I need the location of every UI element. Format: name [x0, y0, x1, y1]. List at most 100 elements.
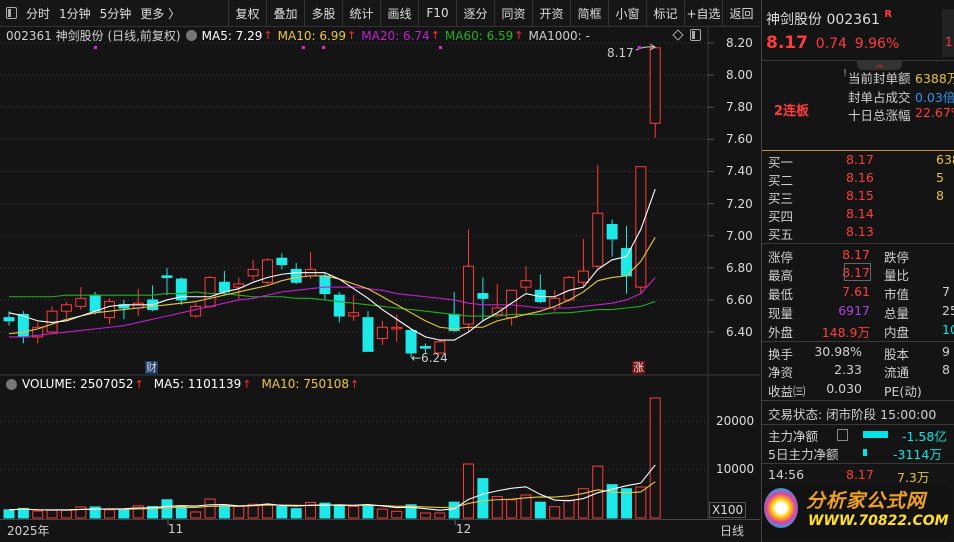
volume-tick: 20000 [716, 414, 755, 428]
volume-bar-up [348, 505, 360, 519]
watermark-url: WWW.70822.COM [808, 513, 949, 529]
volume-bar-down [161, 499, 173, 519]
candle-down [161, 275, 173, 278]
volume-bar-up [434, 512, 446, 519]
event-dot [94, 46, 97, 49]
streak-badge: 2连板 [774, 104, 810, 119]
volume-bar-down [175, 505, 187, 519]
seal-ratio: 0.03倍 [915, 90, 954, 105]
stat-row: 现量 6917 总量 25 [768, 303, 954, 321]
up-arrow-icon: ↑ [134, 377, 144, 391]
candle-down [89, 294, 101, 312]
candle-up [348, 312, 360, 317]
tick-time: 14:56 [768, 467, 805, 482]
price-tick: 7.80 [726, 100, 753, 115]
main-flow-row: 主力净额 -1.58亿 [768, 426, 954, 444]
finance-event-badge[interactable]: 财 [145, 361, 158, 374]
bid-row[interactable]: 买五 8.13 [768, 224, 954, 242]
volume-bar-down [118, 509, 130, 519]
ten-day-gain: 22.67% [915, 105, 954, 120]
volume-bar-up [419, 512, 431, 519]
candle-up [635, 166, 647, 288]
stat-value: 2.33 [834, 362, 862, 377]
bid-label: 买一 [768, 155, 794, 170]
limit-up-badge[interactable]: 涨 [632, 361, 645, 374]
volume-ma10-label: MA10: 750108 [261, 377, 350, 391]
flow-bar [863, 431, 888, 438]
stat-row: 换手 30.98% 股本 9 [768, 344, 954, 362]
volume-bar-up [204, 498, 216, 519]
stock-name-code: 神剑股份 002361 R [766, 9, 892, 29]
price-tick: 8.20 [726, 36, 753, 50]
candle-up [649, 47, 661, 124]
bid-row[interactable]: 买一 8.17 638 [768, 152, 954, 170]
volume-bar-down [218, 505, 230, 519]
bid-row[interactable]: 买二 8.16 5 [768, 170, 954, 188]
period-label[interactable]: 日线 [720, 522, 744, 539]
flow-value: -3114万 [893, 447, 942, 462]
volume-unit-label: X100 [709, 502, 747, 518]
bid-label: 买五 [768, 227, 794, 242]
quote-panel: 神剑股份 002361 R 8.17 0.74 9.96% 1 ︽ ! 当前封单额… [761, 0, 954, 542]
list-icon[interactable] [837, 429, 848, 441]
volume-bar-up [549, 506, 561, 519]
price-tick: 6.40 [726, 324, 753, 339]
stat-row: 收益㈢ 0.030 PE(动) [768, 381, 954, 399]
stat-label: 跌停 [884, 250, 910, 265]
volume-bar-up [104, 509, 116, 519]
stat-value: 8 [942, 362, 950, 377]
price-tick: 8.00 [726, 68, 753, 83]
side-panel-edge[interactable]: 1 [942, 9, 954, 57]
stat-row: 净资 2.33 流通 8 [768, 362, 954, 380]
volume-bar-up [75, 506, 87, 519]
stat-label: 涨停 [768, 250, 794, 265]
candle-down [606, 223, 618, 240]
ten-day-label: 十日总涨幅 [848, 108, 911, 123]
stat-label: 内盘 [884, 325, 910, 340]
price-tick: 7.00 [726, 228, 753, 243]
volume-label: VOLUME: 2507052 [22, 377, 134, 391]
candle-down [276, 257, 288, 266]
candle-up [391, 326, 403, 330]
bid-row[interactable]: 买四 8.14 [768, 206, 954, 224]
volume-info-bar: VOLUME: 2507052 ↑ MA5: 1101139 ↑ MA10: 750… [6, 377, 359, 391]
candle-up [491, 307, 503, 315]
volume-menu-icon[interactable] [6, 378, 17, 390]
date-axis: 2025年 11 12 日线 [0, 519, 760, 539]
event-dot [638, 46, 641, 49]
volume-bar-down [333, 505, 345, 519]
candle-up [376, 326, 388, 340]
stat-value: 7 [942, 284, 950, 299]
bid-price: 8.15 [846, 188, 874, 203]
stat-label: 量比 [884, 268, 910, 283]
watermark-logo: 分析家公式网 WWW.70822.COM [762, 484, 949, 538]
kline-chart[interactable] [0, 0, 760, 542]
seal-amount: 6388万 [915, 71, 954, 86]
candle-down [419, 346, 431, 349]
bid-volume: 8 [936, 188, 944, 203]
candle-down [17, 313, 29, 338]
volume-bar-up [649, 397, 661, 519]
volume-bar-down [362, 504, 374, 519]
volume-ma5-label: MA5: 1101139 [153, 377, 242, 391]
stat-value: 6917 [838, 303, 870, 318]
stat-value: 30.98% [814, 344, 862, 359]
tick-price: 8.17 [846, 467, 874, 482]
candle-up [592, 212, 604, 267]
candle-up [104, 301, 116, 319]
price-tick: 6.80 [726, 260, 753, 275]
five-day-flow-row: 5日主力净额 -3114万 [768, 444, 954, 462]
price-tick: 7.40 [726, 164, 753, 179]
volume-bar-up [46, 509, 58, 519]
stat-label: 外盘 [768, 325, 794, 340]
bid-row[interactable]: 买三 8.15 8 [768, 188, 954, 206]
bid-price: 8.16 [846, 170, 874, 185]
tick-row: 14:56 8.17 7.3万 [768, 467, 954, 485]
ma10-line [8, 237, 656, 335]
price-line: 8.17 0.74 9.96% [766, 33, 899, 53]
candle-up [60, 304, 72, 312]
bid-volume: 5 [936, 170, 944, 185]
stat-row: 最低 7.61 市值 7 [768, 284, 954, 302]
flow-label: 5日主力净额 [768, 447, 839, 462]
volume-bar-down [290, 508, 302, 519]
